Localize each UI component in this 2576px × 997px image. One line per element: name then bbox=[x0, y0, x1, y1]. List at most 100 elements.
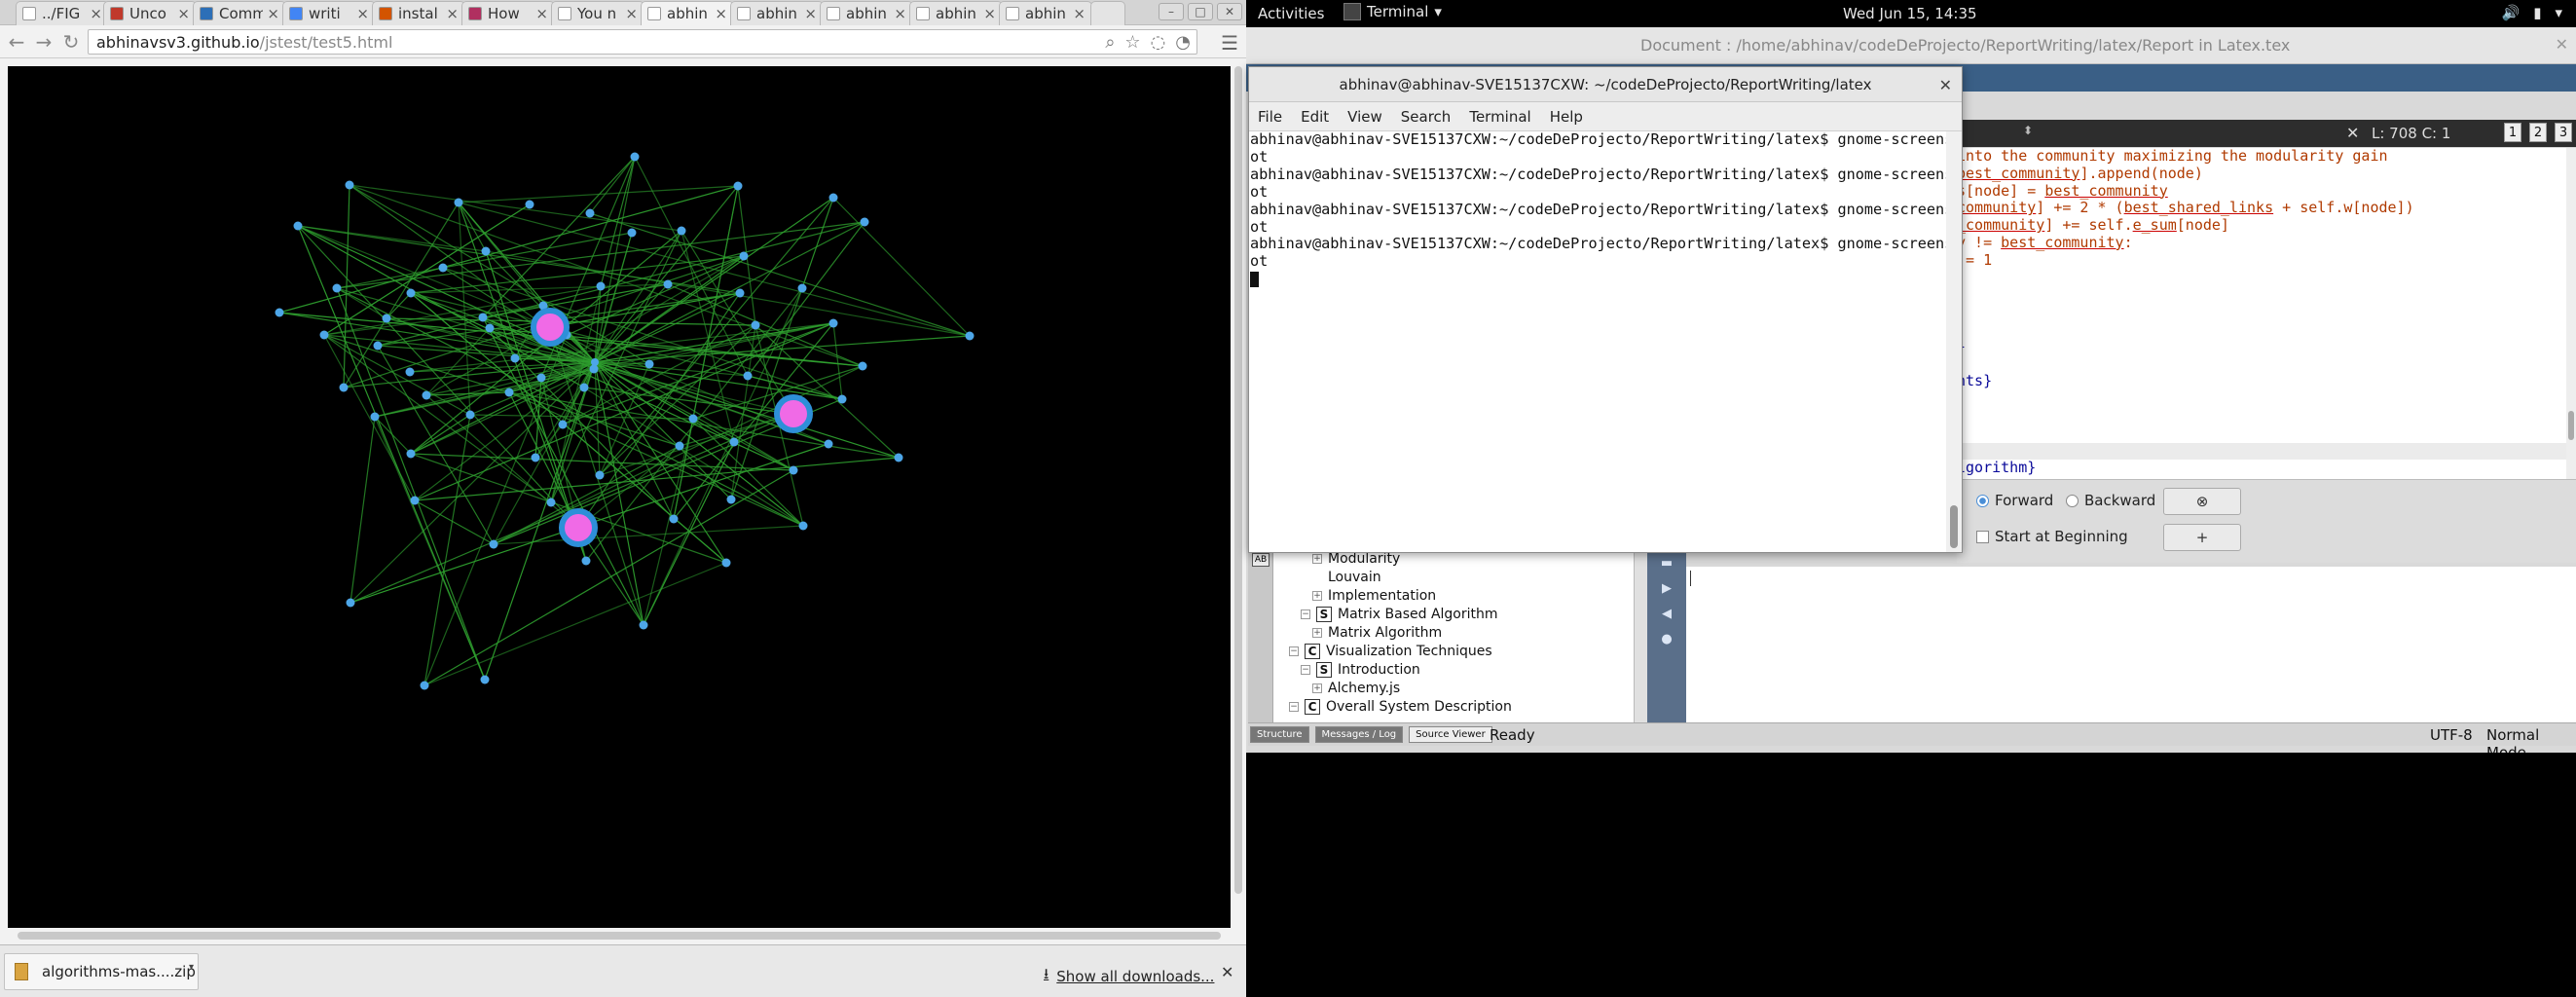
graph-node[interactable] bbox=[339, 383, 349, 392]
tree-item[interactable]: + Implementation bbox=[1312, 586, 1436, 605]
terminal-menu-item[interactable]: Terminal bbox=[1469, 108, 1530, 126]
terminal-menu-item[interactable]: File bbox=[1258, 108, 1282, 126]
graph-node[interactable] bbox=[751, 320, 760, 330]
messages-log-pane[interactable] bbox=[1686, 567, 2576, 722]
close-icon[interactable]: ✕ bbox=[1939, 76, 1952, 94]
graph-node[interactable] bbox=[585, 208, 595, 218]
minimize-button[interactable]: – bbox=[1159, 3, 1184, 20]
graph-node[interactable] bbox=[370, 412, 380, 422]
terminal-menu-item[interactable]: Search bbox=[1401, 108, 1452, 126]
browser-tab[interactable]: abhin × bbox=[999, 1, 1092, 25]
graph-node[interactable] bbox=[630, 152, 640, 162]
source-viewer-tab[interactable]: Source Viewer bbox=[1409, 726, 1492, 743]
activities-button[interactable]: Activities bbox=[1258, 5, 1324, 22]
browser-tab[interactable]: instal × bbox=[372, 1, 465, 25]
backward-option[interactable]: Backward bbox=[2066, 492, 2155, 509]
close-document-icon[interactable]: ✕ bbox=[2346, 124, 2359, 142]
browser-tab[interactable]: Unco × bbox=[103, 1, 197, 25]
graph-node[interactable] bbox=[858, 361, 867, 371]
graph-node[interactable] bbox=[504, 388, 514, 397]
graph-node[interactable] bbox=[536, 373, 546, 383]
reload-icon[interactable]: ↻ bbox=[60, 31, 82, 53]
zoom-icon[interactable]: ⌕ bbox=[1105, 32, 1115, 53]
chrome-menu-icon[interactable]: ☰ bbox=[1221, 31, 1238, 55]
graph-node[interactable] bbox=[373, 341, 383, 351]
browser-tab[interactable]: Comm × bbox=[193, 1, 286, 25]
terminal-menu-item[interactable]: Edit bbox=[1301, 108, 1329, 126]
graph-node[interactable] bbox=[579, 383, 589, 392]
graph-node[interactable] bbox=[596, 281, 606, 291]
view-2-button[interactable]: 2 bbox=[2529, 123, 2547, 142]
tree-scrollbar[interactable] bbox=[1634, 547, 1647, 722]
graph-node[interactable] bbox=[406, 449, 416, 459]
browser-tab[interactable]: writi × bbox=[282, 1, 376, 25]
tab-close-icon[interactable]: × bbox=[804, 5, 817, 22]
browser-tab[interactable]: How × bbox=[461, 1, 555, 25]
graph-node[interactable] bbox=[382, 314, 391, 323]
graph-node[interactable] bbox=[485, 323, 495, 333]
graph-node[interactable] bbox=[410, 496, 420, 505]
graph-node[interactable] bbox=[345, 180, 354, 190]
tab-close-icon[interactable]: × bbox=[625, 5, 638, 22]
add-button[interactable]: + bbox=[2163, 524, 2241, 551]
graph-node[interactable] bbox=[454, 198, 463, 207]
graph-node[interactable] bbox=[275, 308, 284, 317]
browser-tab[interactable]: abhin × bbox=[730, 1, 824, 25]
graph-node[interactable] bbox=[525, 200, 534, 209]
graph-node[interactable] bbox=[438, 263, 448, 273]
forward-option[interactable]: Forward bbox=[1976, 492, 2053, 509]
tab-close-icon[interactable]: × bbox=[90, 5, 102, 22]
expand-icon[interactable]: + bbox=[1312, 683, 1322, 693]
tree-item[interactable]: − C Overall System Description bbox=[1289, 697, 1512, 716]
new-tab-button[interactable] bbox=[1090, 1, 1125, 25]
editor-scroll-thumb[interactable] bbox=[2568, 411, 2574, 440]
tab-close-icon[interactable]: × bbox=[983, 5, 996, 22]
tab-close-icon[interactable]: × bbox=[177, 5, 190, 22]
view-3-button[interactable]: 3 bbox=[2555, 123, 2572, 142]
close-icon[interactable]: ✕ bbox=[2556, 35, 2568, 54]
graph-node[interactable] bbox=[894, 453, 903, 462]
expand-icon[interactable]: + bbox=[1312, 553, 1322, 564]
collapse-icon[interactable]: − bbox=[1289, 646, 1299, 656]
graph-node[interactable] bbox=[669, 514, 679, 524]
tree-item[interactable]: − C Visualization Techniques bbox=[1289, 642, 1492, 660]
graph-node[interactable] bbox=[346, 598, 355, 608]
editor-scrollbar[interactable] bbox=[2566, 148, 2576, 479]
terminal-menu-item[interactable]: Help bbox=[1550, 108, 1583, 126]
bookmark-star-icon[interactable]: ☆ bbox=[1124, 32, 1140, 53]
graph-node[interactable] bbox=[595, 470, 605, 480]
graph-node[interactable] bbox=[581, 556, 591, 566]
tree-item[interactable]: − S Introduction bbox=[1301, 660, 1420, 679]
stop-icon[interactable]: ● bbox=[1660, 633, 1674, 646]
forward-icon[interactable]: → bbox=[33, 31, 55, 53]
network-graph[interactable] bbox=[8, 66, 1231, 928]
graph-node[interactable] bbox=[406, 288, 416, 298]
view-1-button[interactable]: 1 bbox=[2504, 123, 2521, 142]
graph-node[interactable] bbox=[627, 228, 637, 238]
graph-node[interactable] bbox=[743, 371, 753, 381]
graph-node[interactable] bbox=[481, 246, 491, 256]
graph-node[interactable] bbox=[420, 681, 429, 690]
graph-node[interactable] bbox=[332, 283, 342, 293]
community-node[interactable] bbox=[531, 308, 570, 347]
collapse-icon[interactable]: − bbox=[1301, 664, 1310, 675]
tree-item[interactable]: + Matrix Algorithm bbox=[1312, 623, 1442, 642]
download-menu-arrow-icon[interactable]: ▾ bbox=[189, 962, 194, 973]
horizontal-scrollbar[interactable] bbox=[8, 930, 1231, 942]
close-find-button[interactable]: ⊗ bbox=[2163, 488, 2241, 515]
graph-node[interactable] bbox=[465, 410, 475, 420]
collapse-icon[interactable]: − bbox=[1301, 609, 1310, 619]
ab-icon[interactable]: AB bbox=[1252, 553, 1270, 567]
expand-icon[interactable]: + bbox=[1312, 590, 1322, 601]
graph-node[interactable] bbox=[965, 331, 975, 341]
browser-tab[interactable]: You n × bbox=[551, 1, 644, 25]
graph-node[interactable] bbox=[837, 394, 847, 404]
terminal-menu-item[interactable]: View bbox=[1347, 108, 1382, 126]
terminal-output[interactable]: abhinav@abhinav-SVE15137CXW:~/codeDeProj… bbox=[1249, 130, 1963, 552]
tab-close-icon[interactable]: × bbox=[446, 5, 459, 22]
graph-node[interactable] bbox=[293, 221, 303, 231]
app-menu[interactable]: Terminal ▾ bbox=[1343, 3, 1442, 20]
terminal-scroll-thumb[interactable] bbox=[1950, 505, 1958, 548]
next-icon[interactable]: ▶ bbox=[1660, 582, 1674, 596]
tab-close-icon[interactable]: × bbox=[267, 5, 279, 22]
